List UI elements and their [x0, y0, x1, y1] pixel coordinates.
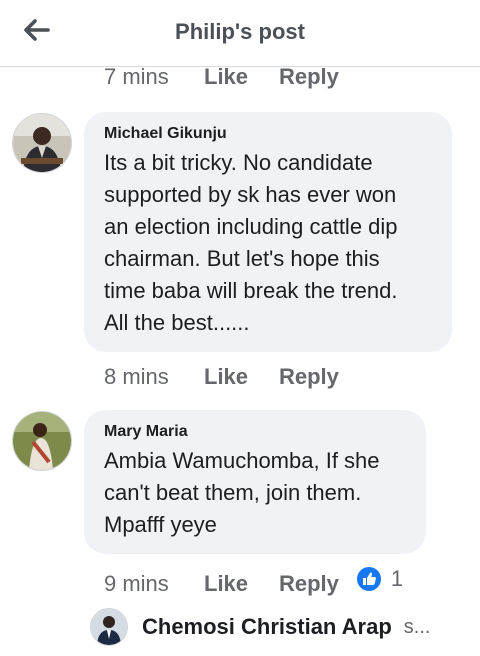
comment-text-line: an election including cattle dip: [104, 214, 398, 239]
reply-button[interactable]: Reply: [279, 571, 339, 597]
reply-author[interactable]: Chemosi Christian Arap: [142, 614, 392, 640]
comment-text-line: Ambia Wamuchomba, If she: [104, 448, 380, 473]
top-bar: Philip's post: [0, 0, 480, 67]
comment-text-line: Its a bit tricky. No candidate: [104, 150, 373, 175]
reaction-summary[interactable]: 1: [356, 566, 404, 592]
reply-preview[interactable]: Chemosi Christian Arap s...: [90, 608, 430, 646]
avatar-photo: [13, 412, 71, 470]
comment-bubble: Michael Gikunju Its a bit tricky. No can…: [84, 112, 452, 352]
like-button[interactable]: Like: [204, 64, 279, 90]
comment-text-line: chairman. But let's hope this: [104, 246, 380, 271]
comment-bubble: Mary Maria Ambia Wamuchomba, If she can'…: [84, 410, 426, 554]
avatar[interactable]: [12, 411, 72, 471]
avatar-photo: [91, 609, 127, 645]
like-button[interactable]: Like: [204, 364, 279, 390]
comment-author[interactable]: Michael Gikunju: [104, 125, 432, 143]
comment-text-line: can't beat them, join them.: [104, 480, 362, 505]
reply-button[interactable]: Reply: [279, 364, 339, 390]
like-button[interactable]: Like: [204, 571, 279, 597]
comment-text: Ambia Wamuchomba, If she can't beat them…: [104, 445, 406, 541]
like-thumb-icon: [356, 567, 381, 591]
comment-time: 7 mins: [104, 64, 169, 89]
avatar: [90, 608, 128, 646]
comment-author[interactable]: Mary Maria: [104, 423, 406, 441]
comment-time: 8 mins: [104, 364, 169, 389]
comment-meta-row: 7 mins Like Reply: [104, 64, 339, 90]
reply-button[interactable]: Reply: [279, 64, 339, 90]
avatar[interactable]: [12, 113, 72, 173]
reaction-count: 1: [390, 566, 404, 591]
comment-text-line: time baba will break the trend.: [104, 278, 398, 303]
comment-meta-row: 9 mins Like Reply 1: [104, 566, 403, 597]
comment-time: 9 mins: [104, 571, 169, 596]
comment-meta-row: 8 mins Like Reply: [104, 364, 339, 390]
comment-text-line: supported by sk has ever won: [104, 182, 397, 207]
avatar-photo: [13, 114, 71, 172]
comment-text: Its a bit tricky. No candidate supported…: [104, 147, 432, 339]
comment-text-line: Mpafff yeye: [104, 512, 217, 537]
comment-text-line: All the best......: [104, 310, 250, 335]
page-title: Philip's post: [175, 19, 305, 44]
reply-snippet: s...: [403, 615, 431, 638]
